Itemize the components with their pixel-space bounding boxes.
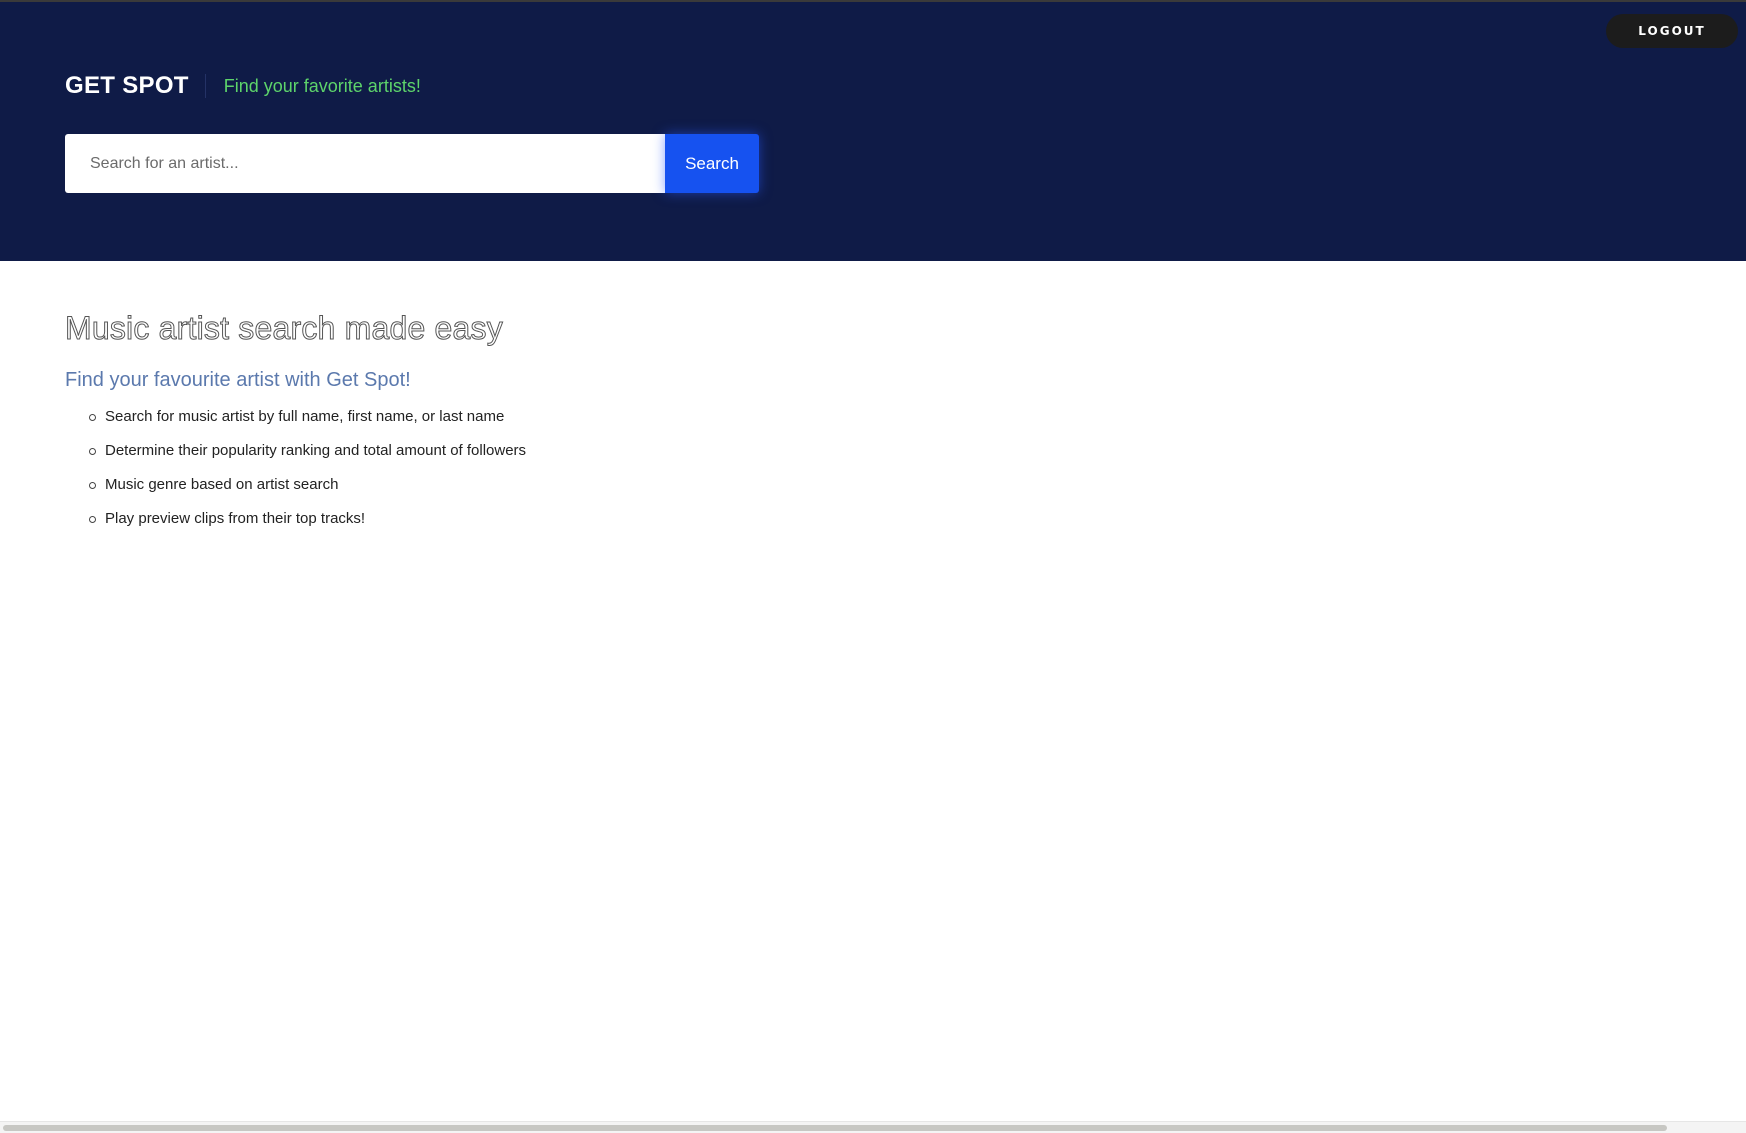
page-headline: Music artist search made easy bbox=[64, 310, 503, 347]
brand-divider bbox=[204, 74, 206, 98]
main-content: Music artist search made easy Find your … bbox=[64, 310, 526, 542]
horizontal-scrollbar[interactable] bbox=[0, 1121, 1746, 1133]
search-input[interactable] bbox=[65, 134, 665, 193]
logout-button[interactable]: LOGOUT bbox=[1606, 14, 1738, 48]
feature-list: Search for music artist by full name, fi… bbox=[65, 406, 526, 542]
search-bar: Search bbox=[65, 134, 759, 193]
feature-list-item: Music genre based on artist search bbox=[87, 474, 526, 508]
hero-header: LOGOUT GET SPOT Find your favorite artis… bbox=[0, 2, 1746, 261]
brand-title: GET SPOT bbox=[65, 72, 189, 99]
brand-tagline: Find your favorite artists! bbox=[223, 75, 421, 96]
page-subheadline: Find your favourite artist with Get Spot… bbox=[65, 369, 411, 391]
feature-list-item: Play preview clips from their top tracks… bbox=[87, 508, 526, 542]
feature-list-item: Determine their popularity ranking and t… bbox=[87, 440, 526, 474]
search-button[interactable]: Search bbox=[665, 134, 759, 193]
feature-list-item: Search for music artist by full name, fi… bbox=[87, 406, 526, 440]
scrollbar-thumb[interactable] bbox=[3, 1125, 1667, 1131]
brand-row: GET SPOT Find your favorite artists! bbox=[65, 72, 421, 100]
